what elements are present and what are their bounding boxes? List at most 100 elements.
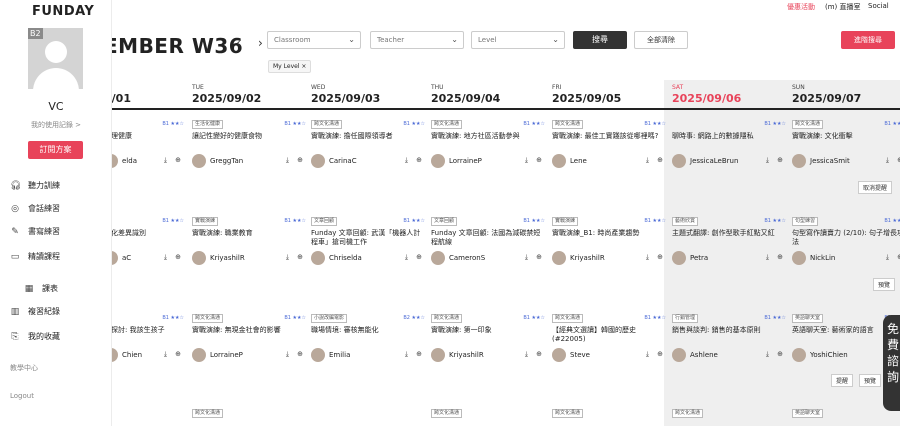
classroom-select[interactable]: Classroom ⌄ — [267, 31, 361, 49]
download-icon[interactable]: ⤓ ⊕ — [766, 253, 786, 262]
download-icon[interactable]: ⤓ ⊕ — [886, 156, 900, 165]
download-icon[interactable]: ⤓ ⊕ — [525, 350, 545, 359]
teacher-select[interactable]: Teacher ⌄ — [370, 31, 464, 49]
teacher[interactable]: KriyashilR — [431, 348, 484, 362]
class-card[interactable]: 跨文化溝通 B1 ★★☆ 實戰演練: 地方社區活動參與 LorraineP ⤓ ⊕ — [431, 120, 545, 178]
app-logo[interactable]: FUNDAY — [32, 4, 94, 19]
avatar[interactable]: B2 — [28, 28, 83, 89]
logout-link[interactable]: Logout — [10, 392, 34, 400]
teacher[interactable]: CarinaC — [311, 154, 357, 168]
class-title[interactable]: 實戰演練_B1: 時尚產業趨勢 — [552, 229, 666, 238]
class-title[interactable]: 實戰演練: 第一印象 — [431, 326, 545, 335]
class-title[interactable]: 句型寫作讀賣力 (2/10): 句子增長攻法 — [792, 229, 900, 247]
class-title[interactable]: 實戰演練: 地方社區活動參與 — [431, 132, 545, 141]
teacher[interactable]: Petra — [672, 251, 708, 265]
class-title[interactable]: 主題式翻譯: 創作型歌手紅點又紅 — [672, 229, 786, 238]
teacher[interactable]: Steve — [552, 348, 590, 362]
sidebar-item-reading[interactable]: ▭ 精讀課程 — [10, 251, 60, 262]
teacher[interactable]: GreggTan — [192, 154, 243, 168]
advanced-search-button[interactable]: 進階搜尋 — [841, 31, 895, 49]
subscribe-plan-button[interactable]: 訂閱方案 — [28, 141, 83, 159]
class-card[interactable]: B1 ★★☆ 文化差異識別 aC ⤓ ⊕ — [104, 217, 184, 275]
download-icon[interactable]: ⤓ ⊕ — [164, 253, 184, 262]
class-card[interactable]: 實戰演練 B1 ★★☆ 實戰演練: 職業教育 KriyashilR ⤓ ⊕ — [192, 217, 306, 275]
class-card[interactable]: 行銷管理 B1 ★★☆ 銷售與談判: 銷售的基本原則 Ashlene ⤓ ⊕ — [672, 314, 786, 372]
download-icon[interactable]: ⤓ ⊕ — [164, 350, 184, 359]
download-icon[interactable]: ⤓ ⊕ — [646, 253, 666, 262]
class-card[interactable]: B1 ★★☆ 聊時事: 網路上的數據隱私 JessicaLeBrun ⤓ ⊕ — [672, 120, 786, 178]
teacher[interactable]: Lene — [552, 154, 587, 168]
class-card[interactable]: 實戰演練 B1 ★★☆ 實戰演練_B1: 時尚產業趨勢 KriyashilR ⤓ ⊕ — [552, 217, 666, 275]
class-card[interactable]: 文章回顧 B1 ★★☆ Funday 文章回顧: 武漢「機器人計程車」搶司機工作 Ch… — [311, 217, 425, 275]
class-card[interactable]: B1 ★★☆ 心理健康 elda ⤓ ⊕ — [104, 120, 184, 178]
teacher[interactable]: Chriselda — [311, 251, 362, 265]
sidebar-item-favorites[interactable]: ⎘ 我的收藏 — [10, 331, 60, 342]
class-title[interactable]: 【經典文選讀】韓國的歷史 (#22005) — [552, 326, 666, 344]
class-card[interactable]: 跨文化溝通 B1 ★★☆ 【經典文選讀】韓國的歷史 (#22005) Steve ⤓ ⊕ — [552, 314, 666, 372]
class-card[interactable]: B1 ★★☆ 主探討: 我該生孩子 Chien ⤓ ⊕ — [104, 314, 184, 372]
class-card[interactable]: 跨文化溝通 B1 ★★☆ 實戰演練: 擔任國際領導者 CarinaC ⤓ ⊕ — [311, 120, 425, 178]
download-icon[interactable]: ⤓ ⊕ — [646, 156, 666, 165]
class-title[interactable]: 實戰演練: 職業教育 — [192, 229, 306, 238]
download-icon[interactable]: ⤓ ⊕ — [286, 156, 306, 165]
cancel-remind-button[interactable]: 取消提醒 — [858, 181, 893, 194]
teacher[interactable]: KriyashilR — [192, 251, 245, 265]
download-icon[interactable]: ⤓ ⊕ — [164, 156, 184, 165]
class-title[interactable]: 職場情境: 審核無能化 — [311, 326, 425, 335]
sidebar-item-writing[interactable]: ✎ 書寫練習 — [10, 226, 60, 237]
class-title[interactable]: 實戰演練: 擔任國際領導者 — [311, 132, 425, 141]
promo-link[interactable]: 優惠活動 — [787, 2, 815, 12]
class-title[interactable]: Funday 文章回顧: 法國為減碳禁短程航線 — [431, 229, 545, 247]
usage-record-link[interactable]: 我的使用記錄 > — [0, 120, 112, 130]
teacher[interactable]: LorraineP — [192, 348, 243, 362]
sidebar-item-listening[interactable]: 🎧︎ 聽力訓練 — [10, 180, 60, 191]
teacher[interactable]: KriyashilR — [552, 251, 605, 265]
teacher[interactable]: CameronS — [431, 251, 485, 265]
class-card[interactable]: 跨文化溝通 B1 ★★☆ 實戰演練: 無現金社會的影響 LorraineP ⤓ ⊕ — [192, 314, 306, 372]
my-level-chip[interactable]: My Level × — [268, 60, 312, 73]
download-icon[interactable]: ⤓ ⊕ — [405, 156, 425, 165]
class-card[interactable]: 小說改編電影 B2 ★★☆ 職場情境: 審核無能化 Emilia ⤓ ⊕ — [311, 314, 425, 372]
class-title[interactable]: 實戰演練: 最佳工實踐該從哪裡嗎? — [552, 132, 666, 141]
sidebar-item-schedule[interactable]: ▦ 課表 — [24, 283, 58, 294]
download-icon[interactable]: ⤓ ⊕ — [405, 253, 425, 262]
download-icon[interactable]: ⤓ ⊕ — [766, 156, 786, 165]
next-week-button[interactable]: › — [258, 36, 263, 50]
class-title[interactable]: 實戰演練: 無現金社會的影響 — [192, 326, 306, 335]
class-title[interactable]: 聊時事: 網路上的數據隱私 — [672, 132, 786, 141]
download-icon[interactable]: ⤓ ⊕ — [766, 350, 786, 359]
teacher[interactable]: NickLin — [792, 251, 835, 265]
download-icon[interactable]: ⤓ ⊕ — [886, 253, 900, 262]
class-card[interactable]: 文章回顧 B1 ★★☆ Funday 文章回顧: 法國為減碳禁短程航線 Cameron… — [431, 217, 545, 275]
download-icon[interactable]: ⤓ ⊕ — [405, 350, 425, 359]
clear-all-button[interactable]: 全部清除 — [634, 31, 688, 49]
social-link[interactable]: Social — [868, 2, 889, 10]
remind-button[interactable]: 提醒 — [831, 374, 854, 387]
class-title[interactable]: 實戰演練: 文化衝擊 — [792, 132, 900, 141]
help-center-link[interactable]: 教學中心 — [10, 363, 38, 373]
class-title[interactable]: 讓記性變好的健康食物 — [192, 132, 306, 141]
preview-button[interactable]: 預覽 — [873, 278, 896, 291]
teacher[interactable]: Ashlene — [672, 348, 718, 362]
class-card[interactable]: 跨文化溝通 B1 ★★☆ 實戰演練: 最佳工實踐該從哪裡嗎? Lene ⤓ ⊕ — [552, 120, 666, 178]
download-icon[interactable]: ⤓ ⊕ — [286, 350, 306, 359]
search-button[interactable]: 搜尋 — [573, 31, 627, 49]
teacher[interactable]: JessicaSmit — [792, 154, 850, 168]
class-card[interactable]: 藝術欣賞 B1 ★★☆ 主題式翻譯: 創作型歌手紅點又紅 Petra ⤓ ⊕ — [672, 217, 786, 275]
live-room-link[interactable]: (m) 直播室 — [825, 2, 861, 12]
level-select[interactable]: Level ⌄ — [471, 31, 565, 49]
teacher[interactable]: LorraineP — [431, 154, 482, 168]
teacher[interactable]: Emilia — [311, 348, 350, 362]
teacher[interactable]: JessicaLeBrun — [672, 154, 738, 168]
prev-week-button[interactable]: ‹ — [236, 36, 241, 50]
class-card[interactable]: 生活化健康 B1 ★★☆ 讓記性變好的健康食物 GreggTan ⤓ ⊕ — [192, 120, 306, 178]
download-icon[interactable]: ⤓ ⊕ — [525, 253, 545, 262]
download-icon[interactable]: ⤓ ⊕ — [286, 253, 306, 262]
teacher[interactable]: YoshiChien — [792, 348, 848, 362]
class-title[interactable]: 銷售與談判: 銷售的基本原則 — [672, 326, 786, 335]
free-consult-tab[interactable]: 免費諮詢 — [883, 315, 900, 411]
preview-button[interactable]: 預覽 — [859, 374, 882, 387]
sidebar-item-review[interactable]: ▥ 複習紀錄 — [10, 306, 60, 317]
class-title[interactable]: Funday 文章回顧: 武漢「機器人計程車」搶司機工作 — [311, 229, 425, 247]
sidebar-item-speaking[interactable]: ◎ 會話練習 — [10, 203, 60, 214]
